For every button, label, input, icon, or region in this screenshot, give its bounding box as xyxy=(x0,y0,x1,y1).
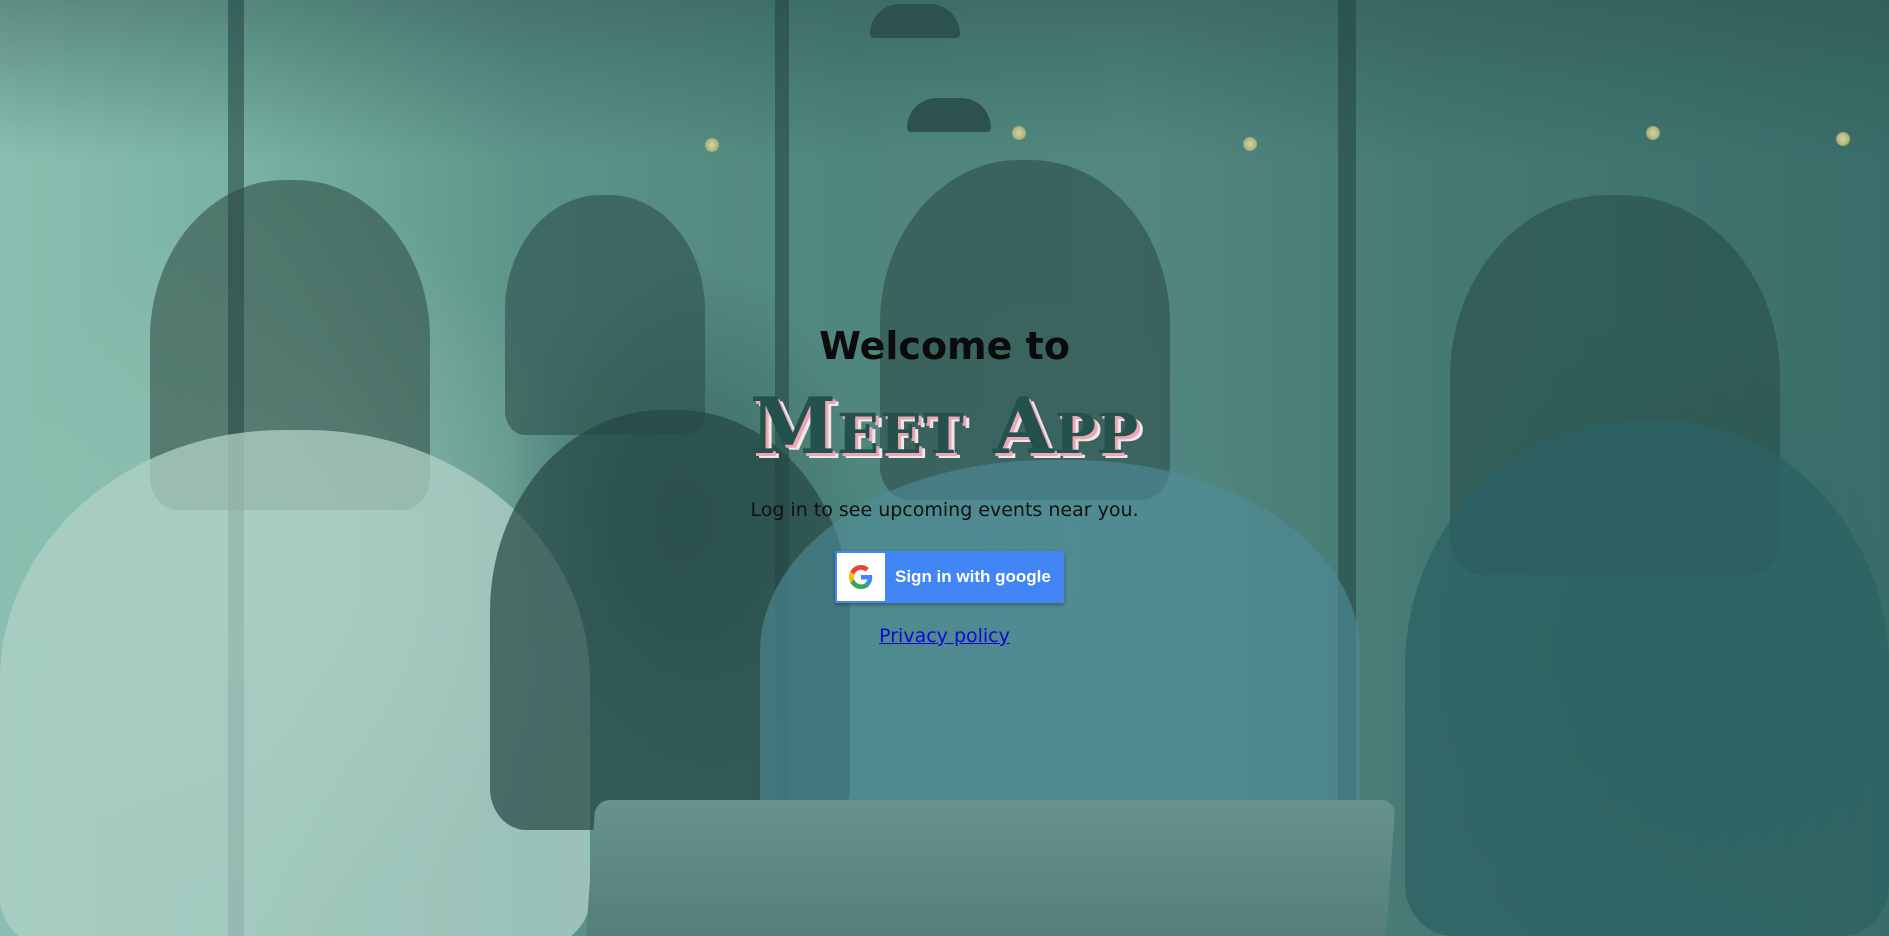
login-page: Welcome to Meet App Log in to see upcomi… xyxy=(0,0,1889,936)
login-subtitle: Log in to see upcoming events near you. xyxy=(750,499,1139,521)
google-g-icon xyxy=(849,565,873,589)
google-logo-box xyxy=(837,553,885,601)
app-title: Meet App xyxy=(749,381,1140,472)
welcome-heading: Welcome to xyxy=(819,324,1070,368)
privacy-policy-link[interactable]: Privacy policy xyxy=(879,625,1010,647)
google-sign-in-label: Sign in with google xyxy=(895,567,1051,586)
google-sign-in-button[interactable]: Sign in with google xyxy=(835,551,1064,603)
privacy-policy-container: Privacy policy xyxy=(0,625,1889,647)
login-panel: Welcome to Meet App Log in to see upcomi… xyxy=(0,0,1889,936)
